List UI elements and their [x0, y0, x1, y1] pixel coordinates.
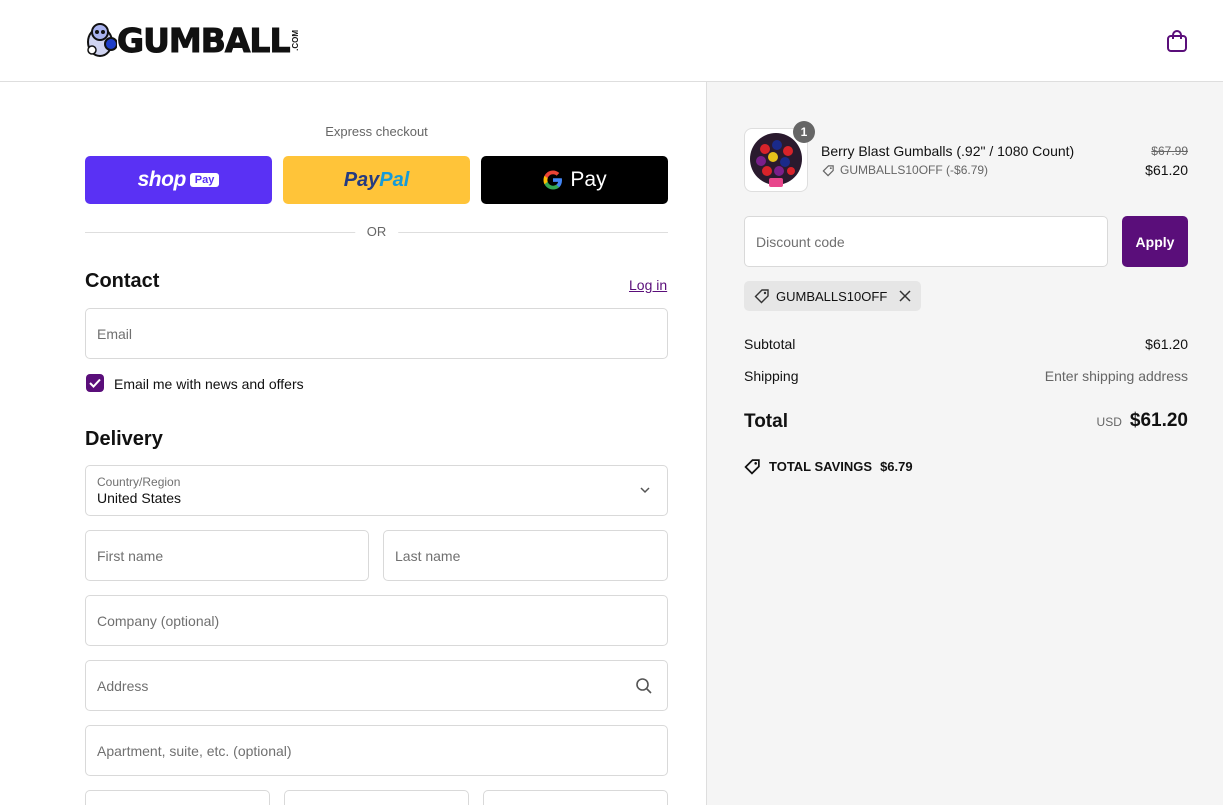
savings-label: TOTAL SAVINGS: [769, 459, 873, 474]
state-field[interactable]: [284, 790, 469, 805]
or-divider: OR: [85, 224, 668, 240]
email-placeholder: Email: [97, 325, 133, 342]
gumball-mascot-icon: [87, 23, 117, 57]
subtotal-value: $61.20: [1145, 336, 1188, 352]
subtotal-label: Subtotal: [744, 336, 796, 352]
zip-field[interactable]: [483, 790, 668, 805]
brand-wordmark: GUMBALL: [116, 20, 290, 60]
product-discount-text: GUMBALLS10OFF (-$6.79): [840, 163, 989, 177]
address-placeholder: Address: [97, 677, 149, 694]
applied-discount-chip: GUMBALLS10OFF: [744, 281, 922, 311]
paypal-button[interactable]: PayPal: [283, 156, 470, 204]
product-price: $61.20: [1145, 162, 1188, 178]
google-pay-button[interactable]: Pay: [481, 156, 668, 204]
last-name-placeholder: Last name: [395, 547, 461, 564]
last-name-field[interactable]: Last name: [383, 530, 668, 581]
checkmark-icon: [89, 378, 101, 388]
tag-icon: [744, 459, 760, 475]
apartment-field[interactable]: Apartment, suite, etc. (optional): [85, 725, 668, 776]
first-name-placeholder: First name: [97, 547, 164, 564]
discount-code-field[interactable]: Discount code: [744, 216, 1108, 267]
total-label: Total: [744, 411, 788, 432]
search-icon[interactable]: [635, 677, 653, 695]
shop-pay-badge: Pay: [189, 173, 220, 187]
brand-logo[interactable]: GUMBALL .COM: [85, 18, 300, 62]
shopping-bag-icon[interactable]: [1166, 29, 1188, 53]
or-text: OR: [354, 224, 399, 239]
contact-title: Contact: [85, 270, 160, 292]
shop-pay-wordmark: shop: [137, 168, 187, 191]
quantity-badge: 1: [793, 121, 815, 143]
login-link[interactable]: Log in: [629, 277, 667, 293]
currency-code: USD: [1096, 415, 1122, 429]
product-original-price: $67.99: [1151, 144, 1188, 158]
tag-icon: [754, 289, 769, 304]
company-field[interactable]: Company (optional): [85, 595, 668, 646]
apply-discount-button[interactable]: Apply: [1122, 216, 1188, 267]
company-placeholder: Company (optional): [97, 612, 220, 629]
discount-code-placeholder: Discount code: [756, 233, 845, 250]
express-checkout-label: Express checkout: [325, 124, 428, 139]
total-amount: $61.20: [1129, 410, 1188, 431]
country-label: Country/Region: [97, 474, 181, 489]
first-name-field[interactable]: First name: [85, 530, 369, 581]
country-select[interactable]: Country/Region United States: [85, 465, 668, 516]
address-field[interactable]: Address: [85, 660, 668, 711]
chevron-down-icon: [640, 487, 650, 494]
close-icon[interactable]: [899, 290, 911, 302]
savings-value: $6.79: [880, 459, 913, 474]
email-field[interactable]: Email: [85, 308, 668, 359]
google-g-icon: [543, 170, 563, 190]
shipping-value: Enter shipping address: [1044, 368, 1188, 384]
site-header: GUMBALL .COM: [0, 0, 1223, 82]
applied-code-text: GUMBALLS10OFF: [776, 288, 888, 304]
newsletter-label: Email me with news and offers: [114, 376, 304, 392]
total-value-group: USD $61.20: [1097, 410, 1188, 432]
newsletter-checkbox[interactable]: [86, 374, 104, 392]
shop-pay-button[interactable]: shop Pay: [85, 156, 272, 204]
total-savings: TOTAL SAVINGS $6.79: [744, 458, 913, 475]
product-name: Berry Blast Gumballs (.92" / 1080 Count): [821, 143, 1075, 159]
product-discount-line: GUMBALLS10OFF (-$6.79): [822, 163, 988, 177]
apartment-placeholder: Apartment, suite, etc. (optional): [97, 742, 292, 759]
google-pay-label: Pay: [570, 168, 607, 191]
shipping-label: Shipping: [744, 368, 799, 384]
brand-suffix: .COM: [291, 29, 301, 51]
city-field[interactable]: [85, 790, 270, 805]
paypal-wordmark: PayPal: [343, 168, 410, 191]
tag-icon: [822, 164, 834, 176]
country-value: United States: [97, 489, 182, 506]
delivery-title: Delivery: [85, 428, 163, 450]
